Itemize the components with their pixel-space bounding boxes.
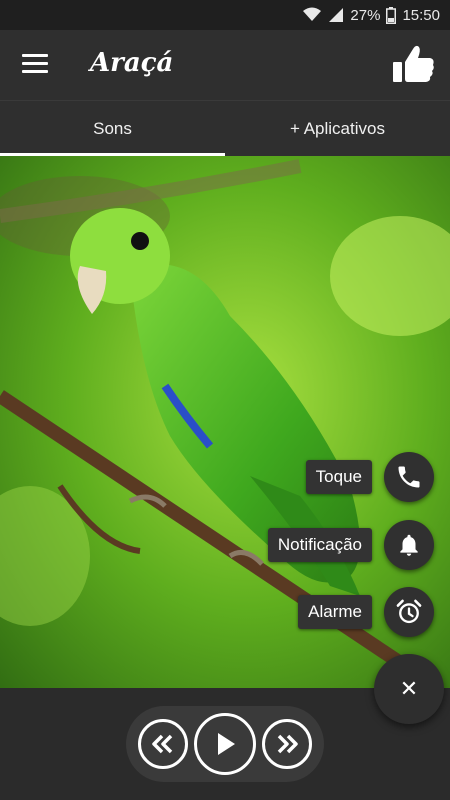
fast-forward-icon[interactable] — [262, 719, 312, 769]
thumbs-up-icon[interactable] — [392, 44, 436, 86]
phone-icon[interactable] — [384, 452, 434, 502]
play-icon[interactable] — [194, 713, 256, 775]
close-icon: ✕ — [399, 676, 419, 701]
clock-time: 15:50 — [402, 6, 440, 24]
action-alarme: Alarme — [298, 587, 434, 637]
hamburger-menu-icon[interactable] — [22, 54, 48, 76]
status-bar: 27% 15:50 — [0, 0, 450, 30]
alarme-label[interactable]: Alarme — [298, 595, 372, 629]
action-toque: Toque — [305, 452, 434, 502]
signal-icon — [328, 7, 344, 23]
app-title: Araçá — [90, 48, 174, 78]
bell-icon[interactable] — [384, 520, 434, 570]
alarm-clock-icon[interactable] — [384, 587, 434, 637]
app-bar: Araçá — [0, 30, 450, 100]
close-fab-button[interactable]: ✕ — [374, 654, 444, 724]
tab-sons-label: Sons — [93, 118, 132, 138]
rewind-icon[interactable] — [138, 719, 188, 769]
action-notificacao: Notificação — [267, 520, 434, 570]
tab-aplicativos[interactable]: + Aplicativos — [225, 101, 450, 156]
tab-sons[interactable]: Sons — [0, 101, 225, 156]
player-controls — [126, 706, 324, 782]
toque-label[interactable]: Toque — [305, 460, 372, 494]
notificacao-label[interactable]: Notificação — [267, 528, 372, 562]
battery-icon — [386, 6, 397, 24]
wifi-icon — [302, 7, 322, 23]
battery-percentage: 27% — [350, 6, 381, 24]
tab-bar: Sons + Aplicativos — [0, 100, 450, 156]
tab-aplicativos-label: + Aplicativos — [290, 118, 385, 138]
